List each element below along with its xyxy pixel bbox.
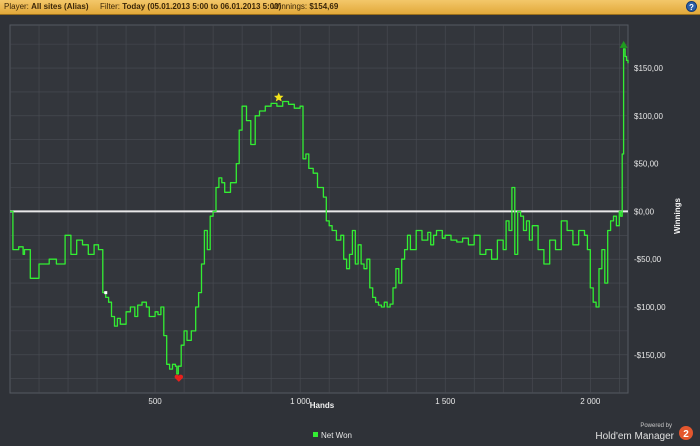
y-axis-title: Winnings <box>673 197 682 233</box>
x-axis-ticks: 500 1 000 1 500 2 000 <box>148 397 600 406</box>
y-axis-ticks: $150,00 $100,00 $50,00 $0,00 -$50,00 -$100,00… <box>634 64 666 360</box>
y-tick-label: -$50,00 <box>634 255 662 264</box>
x-tick-label: 500 <box>148 397 162 406</box>
x-tick-label: 1 000 <box>290 397 311 406</box>
x-tick-label: 1 500 <box>435 397 456 406</box>
winnings-value: $154,69 <box>309 2 339 11</box>
brand-badge-number: 2 <box>683 429 689 440</box>
session-marker <box>104 291 108 295</box>
filter-header-bar: Player: All sites (Alias) Filter: Today … <box>0 0 700 15</box>
x-tick-label: 2 000 <box>580 397 601 406</box>
legend-label: Net Won <box>321 431 352 440</box>
brand-logo: Powered by Hold'em Manager 2 <box>595 423 693 442</box>
player-value[interactable]: All sites (Alias) <box>31 2 88 11</box>
player-label: Player: <box>4 2 29 11</box>
winnings-graph: $150,00 $100,00 $50,00 $0,00 -$50,00 -$100,00… <box>9 24 693 442</box>
filter-label: Filter: <box>100 2 120 11</box>
legend[interactable]: Net Won <box>313 431 352 440</box>
plot-area <box>9 24 629 394</box>
y-tick-label: $50,00 <box>634 160 659 169</box>
powered-by-text: Powered by <box>640 423 672 429</box>
y-tick-label: $100,00 <box>634 112 663 121</box>
filter-value[interactable]: Today (05.01.2013 5:00 to 06.01.2013 5:0… <box>122 2 281 11</box>
help-icon[interactable]: ? <box>686 1 697 12</box>
x-axis-title: Hands <box>310 401 335 410</box>
winnings-label: Winnings: <box>272 2 308 11</box>
y-tick-label: -$100,00 <box>634 303 666 312</box>
y-tick-label: $0,00 <box>634 207 655 216</box>
y-tick-label: -$150,00 <box>634 351 666 360</box>
brand-name: Hold'em Manager <box>595 431 674 442</box>
y-tick-label: $150,00 <box>634 64 663 73</box>
legend-swatch <box>313 432 318 437</box>
